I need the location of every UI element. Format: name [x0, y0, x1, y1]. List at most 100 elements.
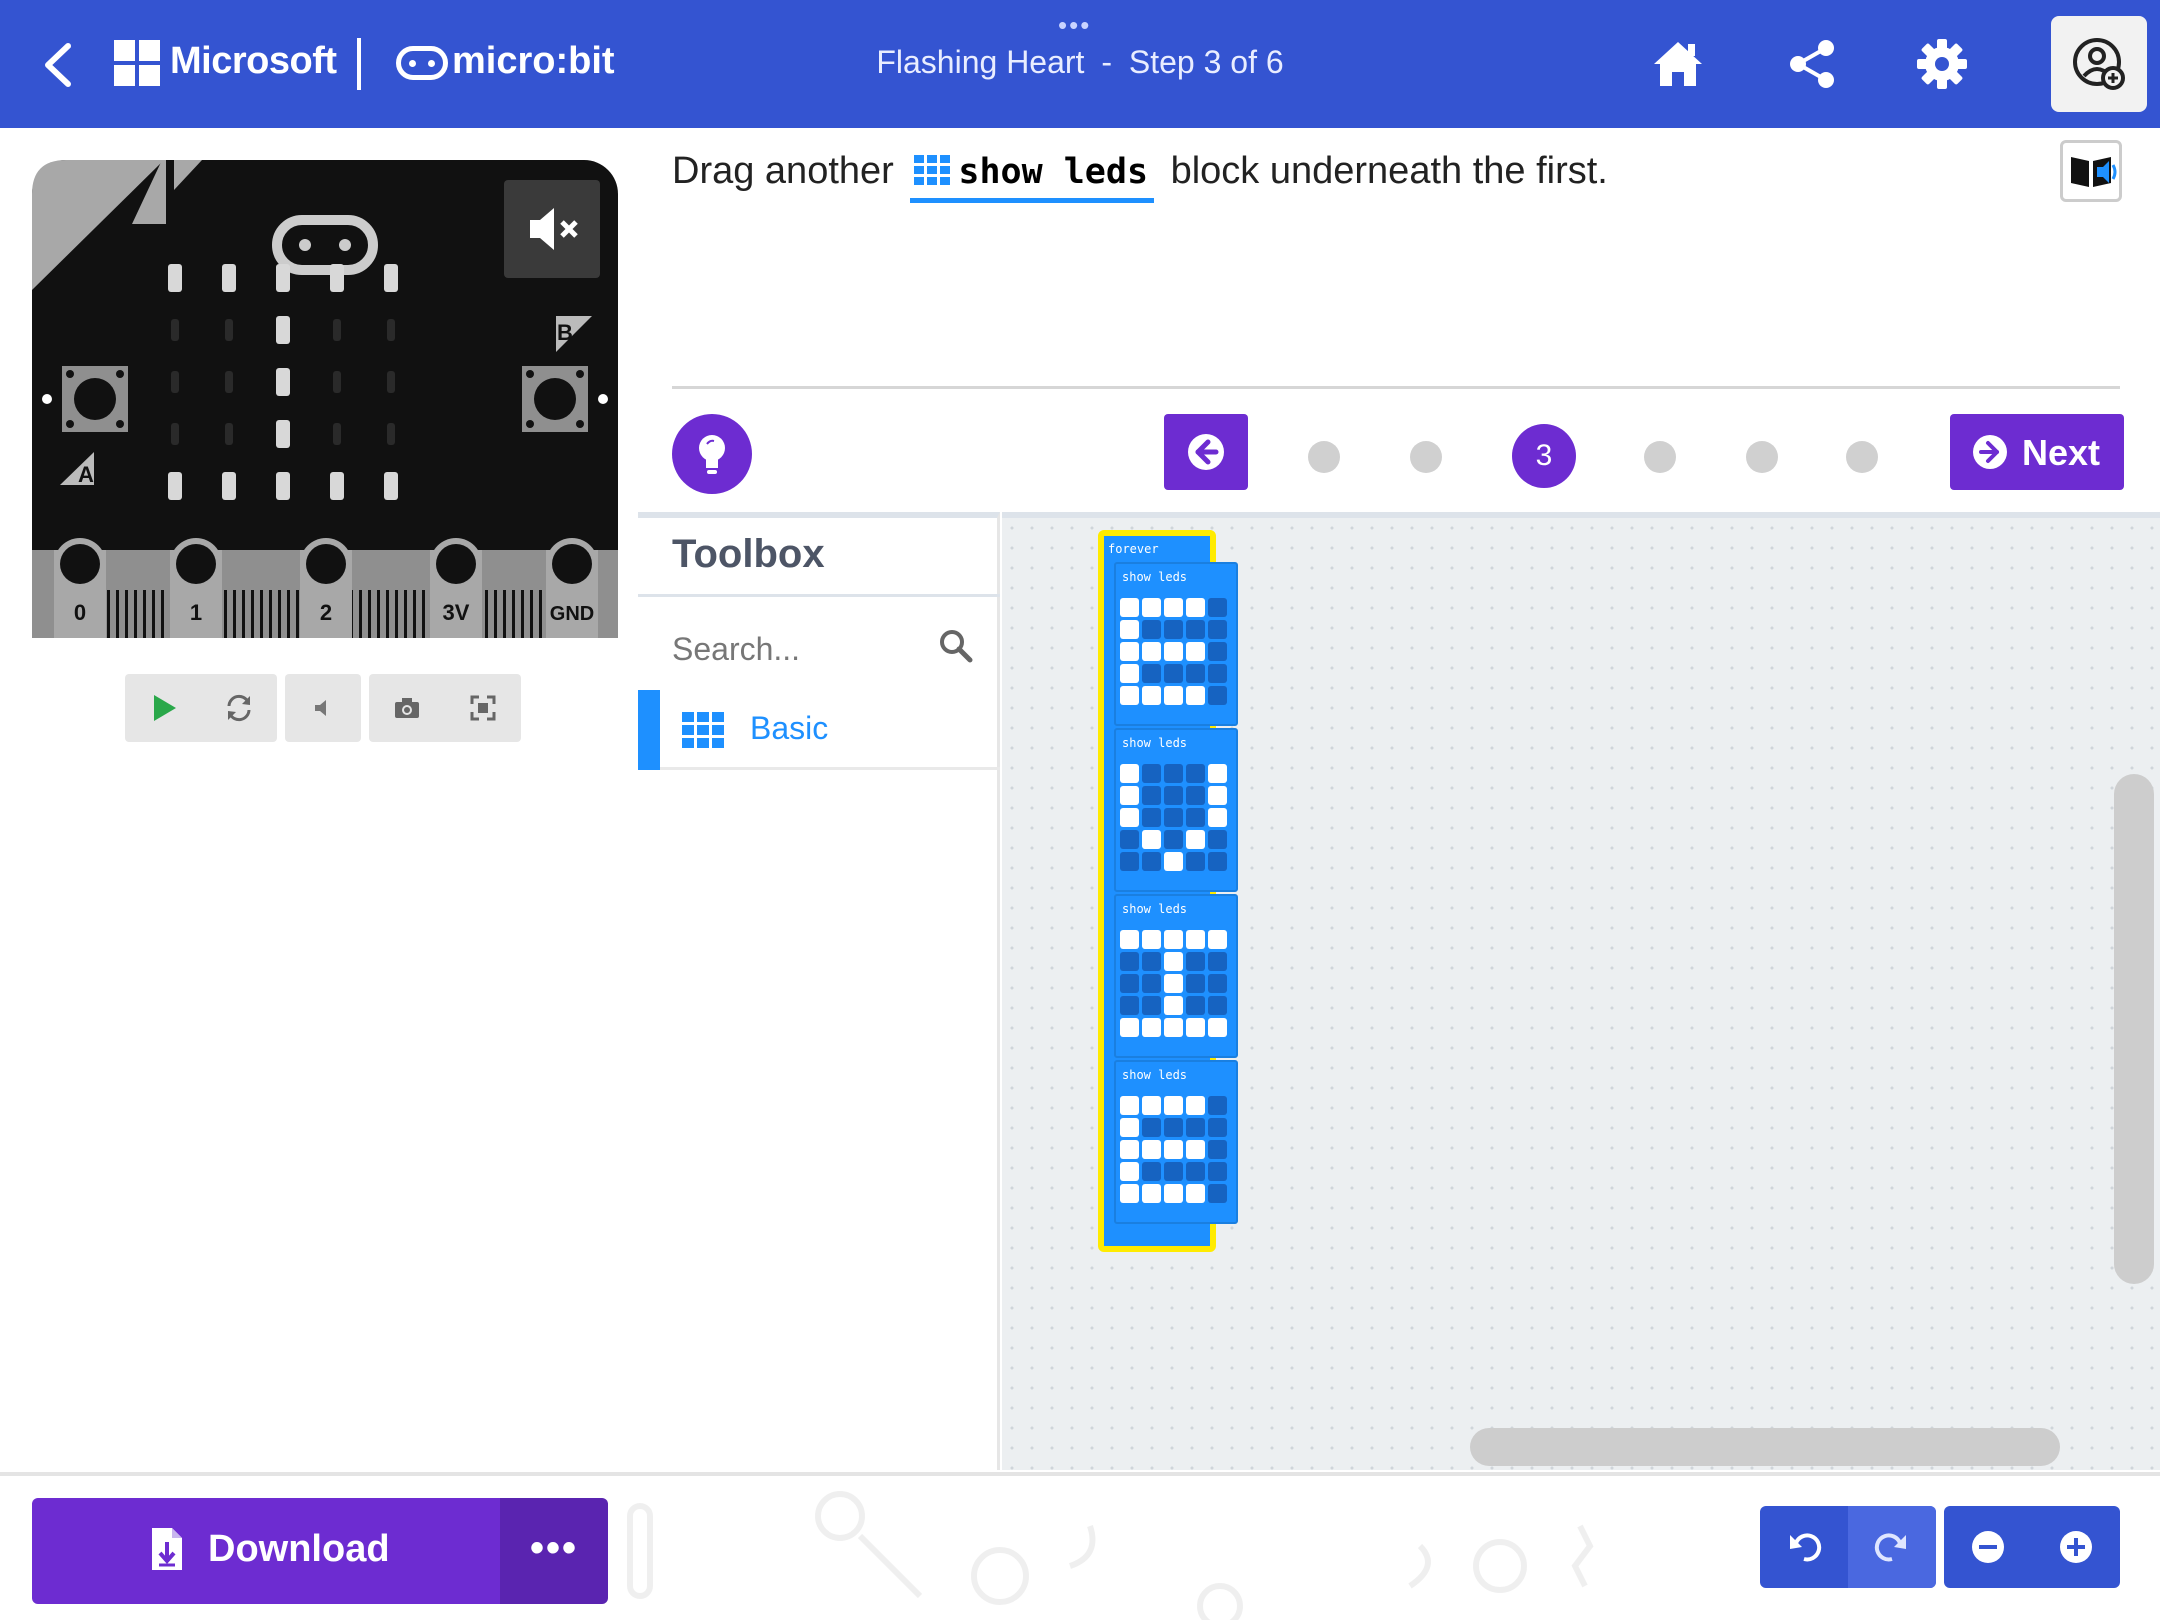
- led-cell[interactable]: [1120, 642, 1139, 661]
- led-cell[interactable]: [1120, 686, 1139, 705]
- led-cell[interactable]: [1142, 1184, 1161, 1203]
- led-cell[interactable]: [1186, 1018, 1205, 1037]
- search-icon[interactable]: [938, 628, 974, 664]
- led-cell[interactable]: [1186, 1096, 1205, 1115]
- led-cell[interactable]: [1120, 786, 1139, 805]
- led-cell[interactable]: [1120, 1162, 1139, 1181]
- led-cell[interactable]: [1208, 974, 1227, 993]
- led-cell[interactable]: [1120, 930, 1139, 949]
- led-cell[interactable]: [1208, 686, 1227, 705]
- pin-1[interactable]: 1: [170, 538, 222, 638]
- led-cell[interactable]: [1186, 952, 1205, 971]
- led-cell[interactable]: [1186, 852, 1205, 871]
- led-cell[interactable]: [1142, 598, 1161, 617]
- led-cell[interactable]: [1142, 664, 1161, 683]
- led-cell[interactable]: [1164, 952, 1183, 971]
- led-cell[interactable]: [1120, 1140, 1139, 1159]
- led-cell[interactable]: [1164, 996, 1183, 1015]
- led-cell[interactable]: [1208, 1018, 1227, 1037]
- led-cell[interactable]: [1208, 852, 1227, 871]
- led-cell[interactable]: [1208, 808, 1227, 827]
- led-cell[interactable]: [1120, 620, 1139, 639]
- next-step-button[interactable]: Next: [1950, 414, 2124, 490]
- led-cell[interactable]: [1120, 974, 1139, 993]
- led-cell[interactable]: [1164, 1018, 1183, 1037]
- more-options-button[interactable]: •••: [500, 1498, 608, 1604]
- led-cell[interactable]: [1186, 686, 1205, 705]
- pin-2[interactable]: 2: [300, 538, 352, 638]
- led-cell[interactable]: [1186, 1184, 1205, 1203]
- led-cell[interactable]: [1120, 952, 1139, 971]
- led-cell[interactable]: [1186, 620, 1205, 639]
- play-button[interactable]: [125, 674, 201, 742]
- led-cell[interactable]: [1186, 642, 1205, 661]
- vertical-scrollbar[interactable]: [2114, 774, 2154, 1284]
- drag-handle-icon[interactable]: •••: [1058, 10, 1091, 41]
- horizontal-scrollbar[interactable]: [1470, 1428, 2060, 1466]
- led-cell[interactable]: [1142, 786, 1161, 805]
- step-dot-current[interactable]: 3: [1512, 424, 1576, 488]
- led-cell[interactable]: [1186, 808, 1205, 827]
- led-cell[interactable]: [1208, 1096, 1227, 1115]
- led-cell[interactable]: [1186, 598, 1205, 617]
- fullscreen-button[interactable]: [445, 674, 521, 742]
- led-cell[interactable]: [1142, 996, 1161, 1015]
- led-cell[interactable]: [1164, 830, 1183, 849]
- led-cell[interactable]: [1164, 786, 1183, 805]
- inline-block-reference[interactable]: show leds: [910, 152, 1155, 203]
- led-cell[interactable]: [1186, 830, 1205, 849]
- led-cell[interactable]: [1208, 764, 1227, 783]
- led-cell[interactable]: [1186, 1118, 1205, 1137]
- led-cell[interactable]: [1164, 764, 1183, 783]
- led-cell[interactable]: [1142, 974, 1161, 993]
- led-cell[interactable]: [1186, 764, 1205, 783]
- step-dot-2[interactable]: [1410, 441, 1442, 473]
- led-cell[interactable]: [1208, 952, 1227, 971]
- led-cell[interactable]: [1208, 598, 1227, 617]
- led-cell[interactable]: [1120, 1184, 1139, 1203]
- hint-button[interactable]: [672, 414, 752, 494]
- pin-gnd[interactable]: GND: [546, 538, 598, 638]
- toolbox-search-input[interactable]: [672, 626, 922, 672]
- redo-button[interactable]: [1848, 1506, 1936, 1588]
- download-button[interactable]: Download: [32, 1498, 500, 1604]
- led-cell[interactable]: [1142, 808, 1161, 827]
- led-cell[interactable]: [1142, 1096, 1161, 1115]
- blocks-workspace[interactable]: forever show leds show leds show leds show …: [1002, 512, 2160, 1470]
- led-cell[interactable]: [1120, 996, 1139, 1015]
- led-cell[interactable]: [1186, 974, 1205, 993]
- back-arrow-icon[interactable]: [38, 40, 78, 90]
- led-cell[interactable]: [1142, 620, 1161, 639]
- step-dot-6[interactable]: [1846, 441, 1878, 473]
- led-cell[interactable]: [1142, 686, 1161, 705]
- step-dot-1[interactable]: [1308, 441, 1340, 473]
- led-cell[interactable]: [1164, 1162, 1183, 1181]
- led-cell[interactable]: [1164, 642, 1183, 661]
- led-cell[interactable]: [1164, 808, 1183, 827]
- pin-3v[interactable]: 3V: [430, 538, 482, 638]
- led-cell[interactable]: [1120, 598, 1139, 617]
- led-cell[interactable]: [1120, 830, 1139, 849]
- led-cell[interactable]: [1208, 620, 1227, 639]
- led-cell[interactable]: [1186, 1162, 1205, 1181]
- show-leds-block[interactable]: show leds: [1114, 562, 1238, 726]
- led-cell[interactable]: [1186, 930, 1205, 949]
- led-cell[interactable]: [1164, 664, 1183, 683]
- step-dot-5[interactable]: [1746, 441, 1778, 473]
- led-cell[interactable]: [1208, 830, 1227, 849]
- toolbox-category-basic[interactable]: Basic: [638, 690, 1000, 770]
- led-cell[interactable]: [1208, 1184, 1227, 1203]
- screenshot-button[interactable]: [369, 674, 445, 742]
- led-cell[interactable]: [1142, 642, 1161, 661]
- led-cell[interactable]: [1142, 764, 1161, 783]
- led-cell[interactable]: [1120, 1096, 1139, 1115]
- led-cell[interactable]: [1164, 686, 1183, 705]
- led-cell[interactable]: [1186, 1140, 1205, 1159]
- gear-icon[interactable]: [1912, 34, 1972, 94]
- led-cell[interactable]: [1120, 664, 1139, 683]
- mute-button[interactable]: [285, 674, 361, 742]
- read-aloud-button[interactable]: [2060, 140, 2122, 202]
- led-cell[interactable]: [1142, 930, 1161, 949]
- account-button[interactable]: [2051, 16, 2147, 112]
- led-cell[interactable]: [1208, 1140, 1227, 1159]
